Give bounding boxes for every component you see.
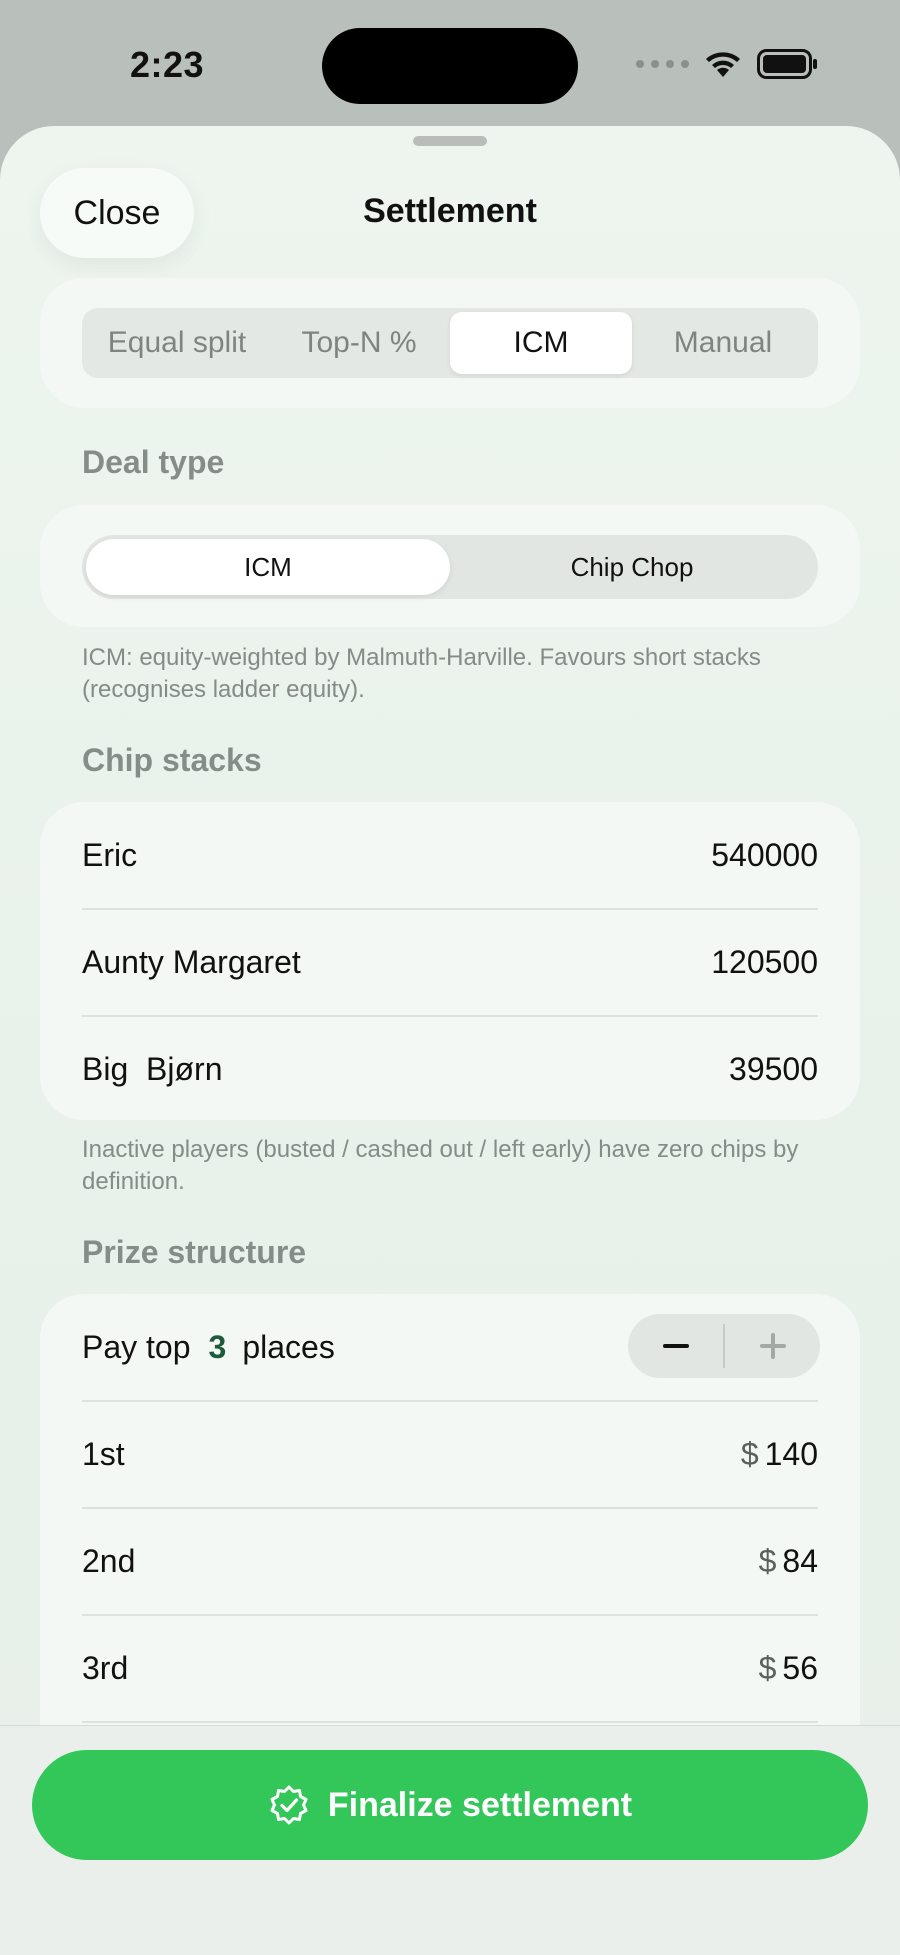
tab-manual[interactable]: Manual xyxy=(632,312,814,374)
deal-option-chip-chop[interactable]: Chip Chop xyxy=(450,539,814,595)
chip-stacks-card: Eric 540000 Aunty Margaret 120500 Big Bj… xyxy=(40,802,860,1120)
pay-top-label: Pay top 3 places xyxy=(82,1329,335,1366)
prize-amount[interactable]: $ 56 xyxy=(759,1650,818,1687)
sheet-title: Settlement xyxy=(363,192,537,230)
deal-type-note: ICM: equity-weighted by Malmuth-Harville… xyxy=(82,644,761,703)
wifi-icon xyxy=(706,52,740,77)
prize-amount[interactable]: $ 140 xyxy=(741,1436,818,1473)
prize-row[interactable]: 1st $ 140 xyxy=(82,1401,818,1507)
checkmark-seal-icon xyxy=(270,1785,308,1825)
cellular-signal-icon xyxy=(636,60,689,68)
prize-amount[interactable]: $ 84 xyxy=(759,1543,818,1580)
places-stepper xyxy=(628,1314,820,1378)
place-label: 2nd xyxy=(82,1542,136,1579)
player-name: Big Bjørn xyxy=(82,1050,223,1087)
pay-suffix: places xyxy=(242,1328,335,1365)
prize-row[interactable]: 3rd $ 56 xyxy=(82,1615,818,1721)
deal-option-icm[interactable]: ICM xyxy=(86,539,450,595)
tab-icm[interactable]: ICM xyxy=(450,312,632,374)
settlement-sheet: Close Settlement Equal split Top-N % ICM… xyxy=(0,126,900,1955)
chip-row[interactable]: Big Bjørn 39500 xyxy=(82,1016,818,1122)
deal-type-label: Deal type xyxy=(82,444,225,480)
minus-icon xyxy=(662,1344,689,1348)
prize-structure-label: Prize structure xyxy=(82,1234,307,1270)
tab-top-n-percent[interactable]: Top-N % xyxy=(268,312,450,374)
tab-equal-split[interactable]: Equal split xyxy=(86,312,268,374)
currency-symbol: $ xyxy=(758,1649,777,1686)
finalize-label: Finalize settlement xyxy=(327,1785,633,1824)
pay-count: 3 xyxy=(208,1328,227,1365)
increment-button[interactable] xyxy=(725,1314,820,1378)
status-icons xyxy=(636,44,819,84)
chip-stacks-note: Inactive players (busted / cashed out / … xyxy=(82,1136,799,1195)
player-name: Eric xyxy=(82,836,138,873)
player-chips[interactable]: 39500 xyxy=(729,1051,818,1088)
deal-type-control: ICM Chip Chop xyxy=(82,535,818,599)
deal-type-card: ICM Chip Chop xyxy=(40,505,860,627)
bottom-action-bar: Finalize settlement xyxy=(0,1725,900,1955)
decrement-button[interactable] xyxy=(628,1314,723,1378)
chip-row[interactable]: Aunty Margaret 120500 xyxy=(82,909,818,1015)
place-label: 3rd xyxy=(82,1649,129,1686)
battery-icon xyxy=(757,49,817,79)
method-segmented-control: Equal split Top-N % ICM Manual xyxy=(82,308,818,378)
prize-value: 56 xyxy=(782,1649,818,1686)
prize-value: 140 xyxy=(764,1435,818,1472)
dynamic-island xyxy=(322,28,578,104)
player-chips[interactable]: 540000 xyxy=(711,837,818,874)
divider xyxy=(82,1721,818,1723)
place-label: 1st xyxy=(82,1435,125,1472)
method-card: Equal split Top-N % ICM Manual xyxy=(40,278,860,408)
finalize-settlement-button[interactable]: Finalize settlement xyxy=(32,1750,868,1860)
status-bar: 2:23 xyxy=(0,0,900,128)
currency-symbol: $ xyxy=(740,1435,759,1472)
status-time: 2:23 xyxy=(130,44,205,85)
pay-prefix: Pay top xyxy=(82,1328,191,1365)
player-chips[interactable]: 120500 xyxy=(711,944,818,981)
chip-stacks-label: Chip stacks xyxy=(82,742,262,778)
currency-symbol: $ xyxy=(758,1542,777,1579)
plus-icon xyxy=(759,1333,786,1359)
prize-value: 84 xyxy=(782,1542,818,1579)
prize-row[interactable]: 2nd $ 84 xyxy=(82,1508,818,1614)
chip-row[interactable]: Eric 540000 xyxy=(82,802,818,908)
player-name: Aunty Margaret xyxy=(82,943,301,980)
sheet-grabber[interactable] xyxy=(413,136,487,146)
